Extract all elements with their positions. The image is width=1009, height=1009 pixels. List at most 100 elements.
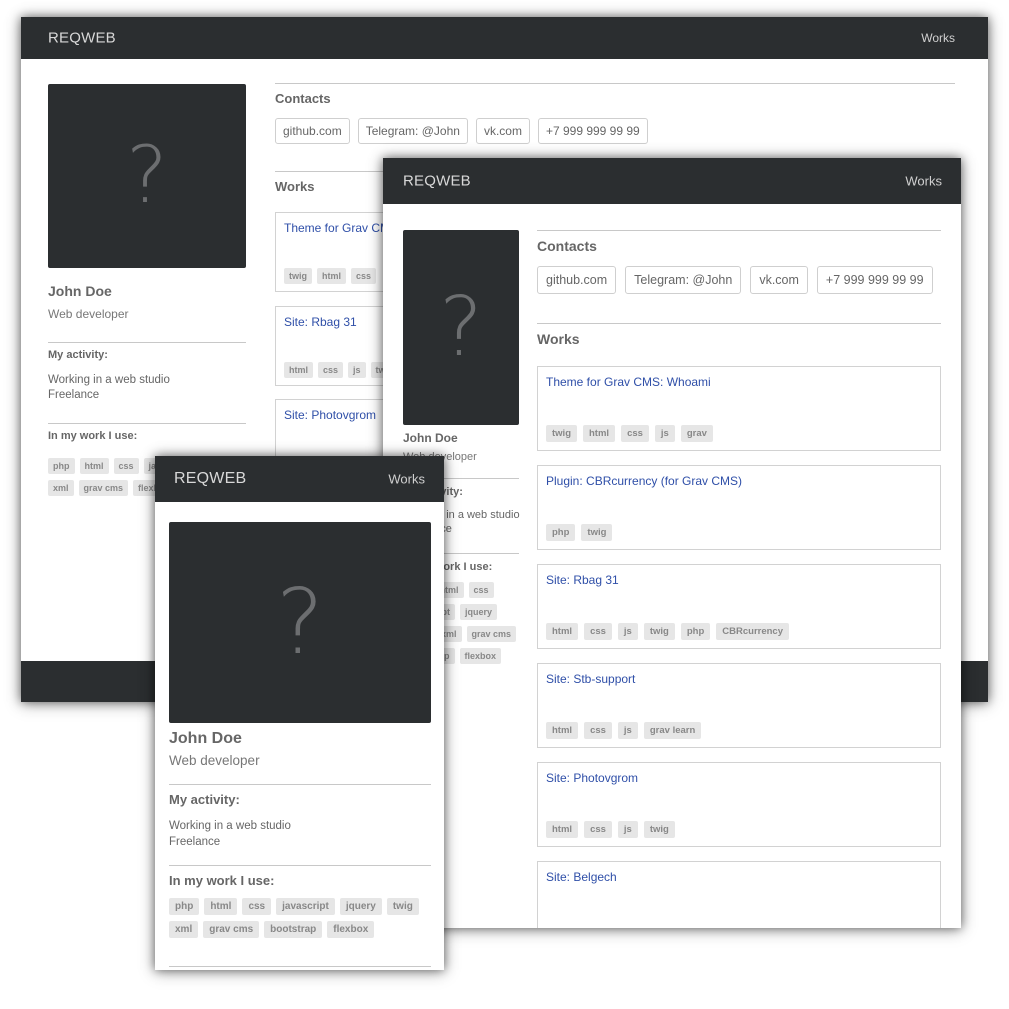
activity-heading: My activity: (169, 792, 240, 807)
question-mark-icon: ? (276, 569, 324, 675)
brand-logo[interactable]: REQWEB (174, 470, 246, 488)
work-tag-list: html css js twig (546, 821, 675, 838)
activity-list: Working in a web studio Freelance (48, 373, 170, 403)
work-tag: html (317, 268, 346, 284)
contact-link-vk[interactable]: vk.com (750, 266, 808, 294)
work-title-link[interactable]: Plugin: CBRcurrency (for Grav CMS) (546, 474, 742, 488)
work-tag: html (546, 722, 579, 739)
work-tag: css (351, 268, 377, 284)
work-title-link[interactable]: Theme for Grav CMS: Whoami (546, 375, 711, 389)
skill-tag: css (113, 458, 139, 474)
work-tag-list: php twig (546, 524, 613, 541)
profile-role: Web developer (48, 307, 129, 321)
skill-tag: php (48, 458, 75, 474)
skill-tag: xml (169, 921, 199, 938)
work-title-link[interactable]: Site: Stb-support (546, 672, 635, 686)
work-card: Site: Photovgrom html css js twig (537, 762, 941, 847)
work-title-link[interactable]: Site: Photovgrom (546, 771, 638, 785)
divider (537, 323, 941, 324)
work-title-link[interactable]: Theme for Grav CM (284, 221, 390, 235)
desktop-window-medium: REQWEB Works ? John Doe Web developer My… (383, 158, 961, 928)
profile-name: John Doe (403, 431, 458, 445)
contact-link-phone[interactable]: +7 999 999 99 99 (816, 266, 933, 294)
contacts-list: github.com Telegram: @John vk.com +7 999… (275, 118, 648, 144)
profile-name: John Doe (169, 730, 242, 747)
contact-link-vk[interactable]: vk.com (475, 118, 530, 144)
work-tag: html (583, 425, 616, 442)
activity-heading: My activity: (48, 349, 108, 361)
skill-tag: twig (386, 898, 419, 915)
work-tag: css (584, 623, 612, 640)
work-tag: html (546, 623, 579, 640)
work-tag: js (617, 623, 638, 640)
works-heading: Works (275, 179, 315, 194)
work-card: Site: Rbag 31 html css js twig php CBRcu… (537, 564, 941, 649)
work-title-link[interactable]: Site: Rbag 31 (546, 573, 619, 587)
skill-tag: jquery (339, 898, 382, 915)
navbar: REQWEB Works (155, 456, 444, 502)
contacts-heading: Contacts (537, 238, 597, 254)
contact-link-github[interactable]: github.com (537, 266, 617, 294)
skills-heading: In my work I use: (48, 430, 138, 442)
navbar: REQWEB Works (21, 17, 988, 59)
work-tag: php (546, 524, 576, 541)
skill-tag: html (204, 898, 238, 915)
activity-item: Working in a web studio (48, 374, 170, 386)
divider (48, 342, 246, 343)
contact-link-telegram[interactable]: Telegram: @John (625, 266, 742, 294)
skill-tag: html (79, 458, 109, 474)
work-tag: js (617, 821, 638, 838)
work-tag: php (680, 623, 711, 640)
skill-tag: grav cms (78, 480, 129, 496)
work-tag-list: twig html css (284, 268, 377, 284)
divider (48, 423, 246, 424)
skill-tag: flexbox (459, 648, 502, 664)
contact-link-telegram[interactable]: Telegram: @John (357, 118, 468, 144)
divider (275, 83, 955, 84)
avatar-placeholder: ? (169, 522, 431, 723)
avatar-placeholder: ? (48, 84, 246, 268)
work-title-link[interactable]: Site: Photovgrom (284, 408, 376, 422)
skill-tag: bootstrap (264, 921, 323, 938)
mobile-window: REQWEB Works ? John Doe Web developer My… (155, 456, 444, 970)
divider (537, 230, 941, 231)
nav-link-works[interactable]: Works (905, 174, 942, 189)
work-tag-list: html css js tw (284, 362, 391, 378)
divider (169, 966, 431, 967)
skill-tag: flexbox (327, 921, 375, 938)
nav-link-works[interactable]: Works (921, 31, 955, 45)
work-card: Site: Stb-support html css js grav learn (537, 663, 941, 748)
profile-role: Web developer (169, 753, 260, 768)
work-tag: js (654, 425, 675, 442)
work-tag: twig (643, 821, 675, 838)
avatar-placeholder: ? (403, 230, 519, 425)
question-mark-icon: ? (439, 279, 483, 375)
work-card: Site: Belgech (537, 861, 941, 928)
work-tag: twig (581, 524, 613, 541)
skill-tag: xml (48, 480, 74, 496)
contact-link-github[interactable]: github.com (275, 118, 350, 144)
skill-tag: css (242, 898, 272, 915)
work-tag: grav (680, 425, 713, 442)
work-title-link[interactable]: Site: Rbag 31 (284, 315, 357, 329)
activity-item: Freelance (48, 388, 100, 401)
work-tag: grav learn (643, 722, 702, 739)
work-tag: css (584, 722, 612, 739)
work-tag-list: html css js twig php CBRcurrency (546, 623, 789, 640)
contacts-list: github.com Telegram: @John vk.com +7 999… (537, 266, 933, 294)
skill-tag: javascript (276, 898, 335, 915)
work-card: Theme for Grav CMS: Whoami twig html css… (537, 366, 941, 451)
divider (169, 784, 431, 785)
nav-link-works[interactable]: Works (388, 472, 425, 487)
skill-tag: css (468, 582, 494, 598)
work-tag: css (318, 362, 344, 378)
brand-logo[interactable]: REQWEB (48, 30, 116, 47)
work-tag: html (284, 362, 313, 378)
contact-link-phone[interactable]: +7 999 999 99 99 (537, 118, 648, 144)
work-tag: twig (546, 425, 577, 442)
work-title-link[interactable]: Site: Belgech (546, 870, 617, 884)
skills-heading: In my work I use: (169, 873, 275, 888)
skill-tag: jquery (460, 604, 498, 620)
brand-logo[interactable]: REQWEB (403, 173, 471, 190)
work-tag-list: html css js grav learn (546, 722, 702, 739)
